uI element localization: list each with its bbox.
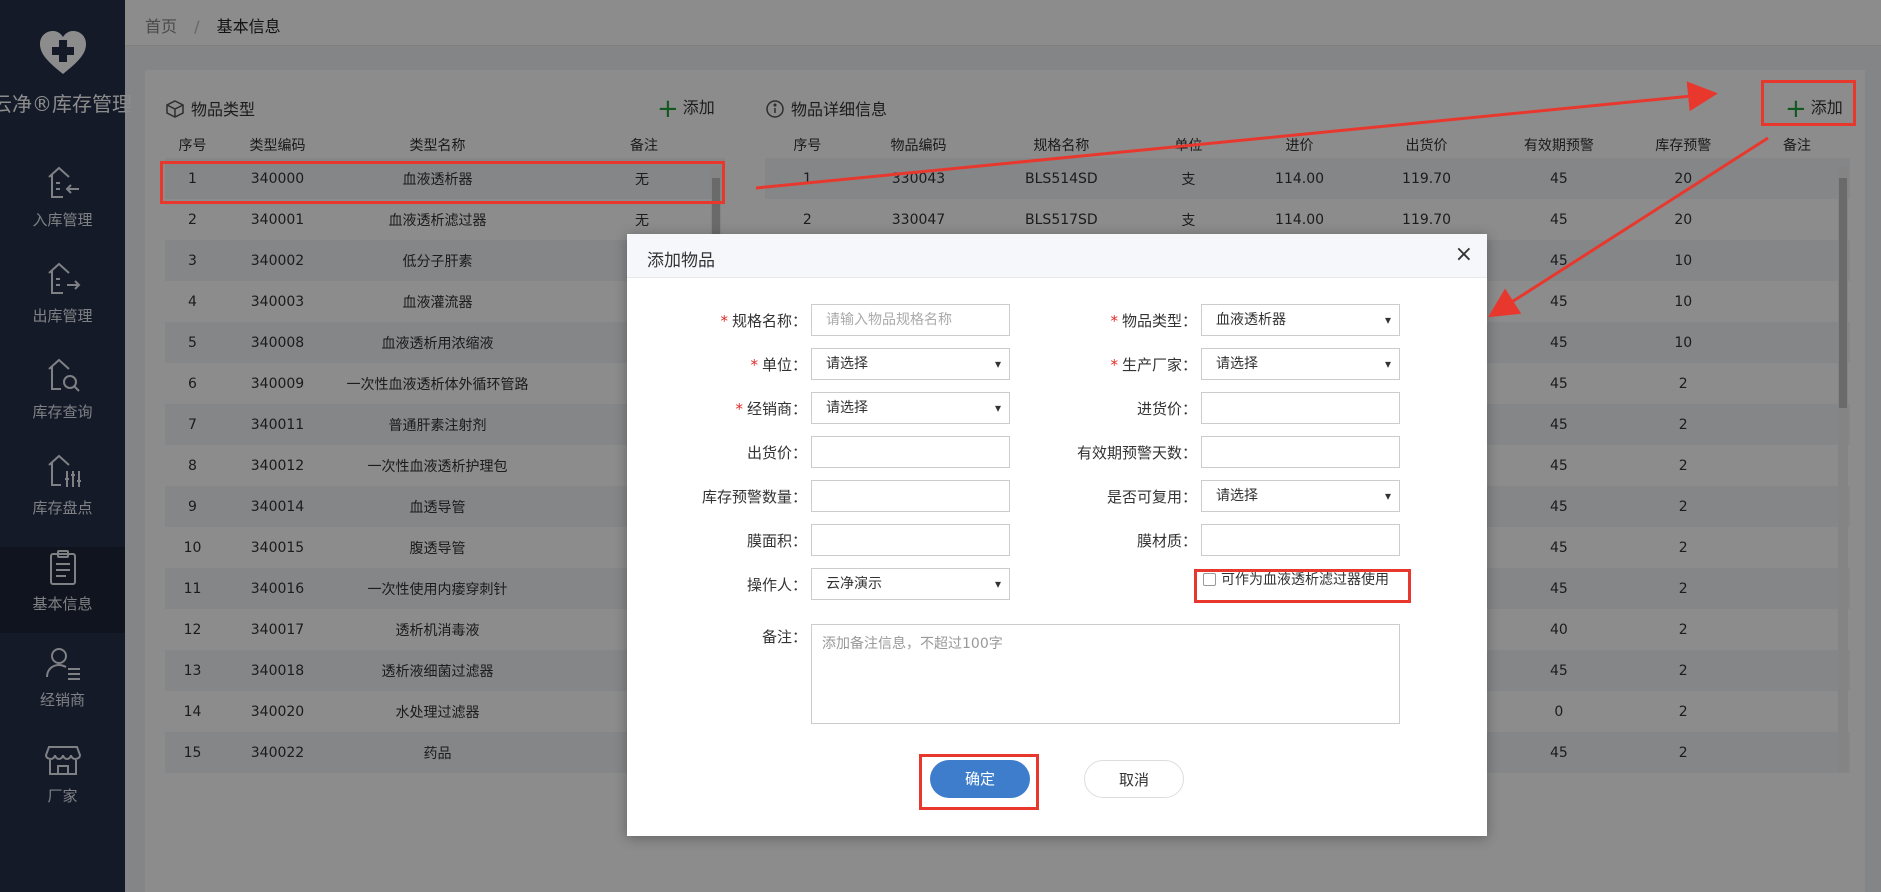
annotation-arrows [755, 81, 1769, 318]
annotation-arrow [1487, 136, 1769, 318]
annotation-arrow [755, 81, 1718, 190]
